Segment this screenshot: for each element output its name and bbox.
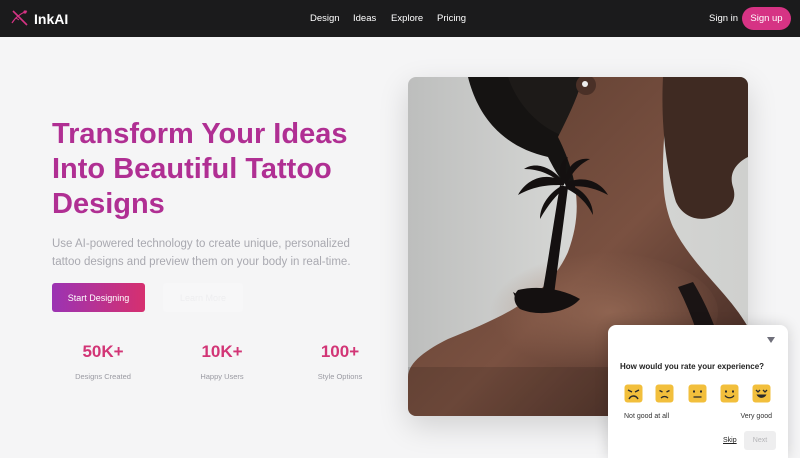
top-navbar: InkAI Design Ideas Explore Pricing Sign … <box>0 0 800 37</box>
stat-value: 50K+ <box>82 342 124 361</box>
feedback-question: How would you rate your experience? <box>620 362 765 371</box>
next-button[interactable]: Next <box>744 431 776 450</box>
stat-label: Happy Users <box>200 372 244 381</box>
stat-designs: 50K+ Designs Created <box>53 342 153 381</box>
hero-title: Transform Your Ideas Into Beautiful Tatt… <box>52 118 348 220</box>
rating-high-label: Very good <box>740 413 772 420</box>
learn-more-button[interactable]: Learn More <box>163 283 243 312</box>
brand-name[interactable]: InkAI <box>34 11 68 27</box>
ink-logo-icon[interactable] <box>10 8 30 28</box>
neutral-face-icon[interactable] <box>688 384 707 403</box>
stat-label: Style Options <box>317 372 363 381</box>
stat-value: 10K+ <box>201 342 243 361</box>
start-designing-button[interactable]: Start Designing <box>52 283 145 312</box>
nav-design[interactable]: Design <box>310 13 340 24</box>
hero-subtitle: Use AI-powered technology to create uniq… <box>52 238 351 268</box>
angry-face-icon[interactable] <box>624 384 643 403</box>
sad-face-icon[interactable] <box>655 384 674 403</box>
nav-explore[interactable]: Explore <box>391 13 423 24</box>
sign-in-link[interactable]: Sign in <box>709 13 738 24</box>
stat-value: 100+ <box>320 342 360 361</box>
nav-pricing[interactable]: Pricing <box>437 13 466 24</box>
love-face-icon[interactable] <box>752 384 771 403</box>
nav-ideas[interactable]: Ideas <box>353 13 376 24</box>
stat-label: Designs Created <box>75 372 131 381</box>
sign-up-button[interactable]: Sign up <box>742 7 791 30</box>
smile-face-icon[interactable] <box>720 384 739 403</box>
rating-low-label: Not good at all <box>624 413 670 420</box>
skip-link[interactable]: Skip <box>723 437 737 444</box>
chevron-down-icon[interactable] <box>766 336 776 344</box>
stat-users: 10K+ Happy Users <box>172 342 272 381</box>
stat-styles: 100+ Style Options <box>290 342 390 381</box>
feedback-widget: How would you rate your experience? Not … <box>608 325 788 458</box>
